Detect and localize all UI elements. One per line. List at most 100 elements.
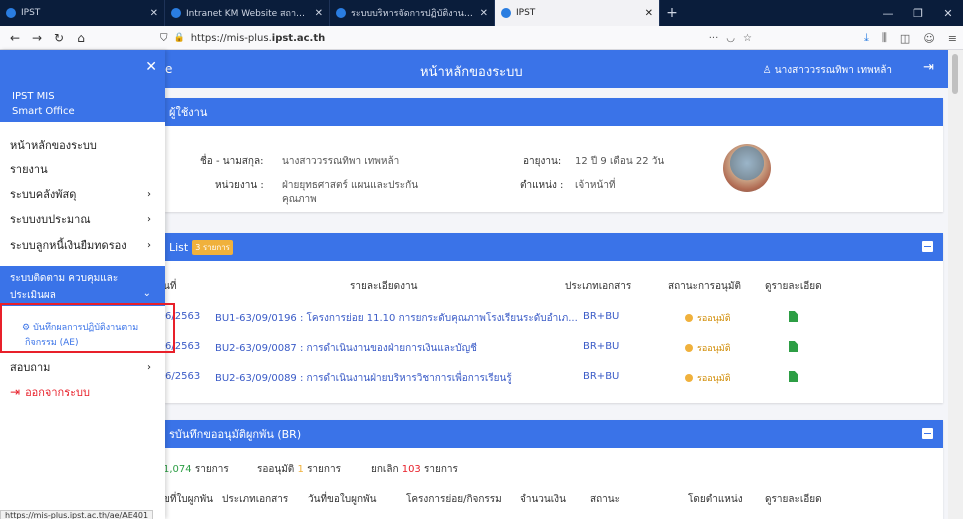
window-controls: — ❐ ✕ xyxy=(873,0,963,26)
pocket-icon[interactable]: ◡ xyxy=(726,33,735,44)
sidebar-item-report[interactable]: รายงาน xyxy=(0,158,165,180)
browser-tab-4-active[interactable]: IPST ✕ xyxy=(495,0,660,26)
name-value: นางสาววรรณทิพา เทพหล้า xyxy=(282,156,400,167)
sidebar-item-label: ระบบติดตาม ควบคุมและ xyxy=(10,273,119,284)
sidebar-item-label: รายงาน xyxy=(10,163,48,176)
shield-icon[interactable]: ⛉ xyxy=(160,33,168,44)
dept-value-cont: คุณภาพ xyxy=(282,194,317,205)
ipst-favicon-icon xyxy=(501,8,511,18)
sidebar-item-inventory[interactable]: ระบบคลังพัสดุ › xyxy=(0,183,165,205)
browser-tab-1[interactable]: IPST ✕ xyxy=(0,0,165,26)
sidebar-item-budget[interactable]: ระบบงบประมาณ › xyxy=(0,208,165,230)
row-doctype: BR+BU xyxy=(583,341,620,352)
br-card: รบันทึกขออนุมัติผูกพัน (BR) 1,074 รายการ… xyxy=(163,420,943,519)
browser-tab-bar: IPST ✕ Intranet KM Website สถาบันส่งเสริ… xyxy=(0,0,963,26)
bookmark-star-icon[interactable]: ☆ xyxy=(743,33,752,44)
lock-icon[interactable]: 🔒 xyxy=(174,33,185,43)
sidebar-toggle-icon[interactable]: ◫ xyxy=(900,32,910,45)
file-icon[interactable] xyxy=(789,371,798,382)
cancel-unit: รายการ xyxy=(423,464,458,475)
page-scrollbar[interactable] xyxy=(948,50,963,519)
file-icon[interactable] xyxy=(789,311,798,322)
sidebar-item-label-cont: ประเมินผล xyxy=(10,290,56,301)
user-menu[interactable]: ♙ นางสาววรรณทิพา เทพหล้า xyxy=(763,63,892,78)
sidebar-item-monitoring[interactable]: ระบบติดตาม ควบคุมและ ประเมินผล ⌄ xyxy=(0,266,165,306)
back-icon[interactable]: ← xyxy=(4,28,26,48)
row-detail-link[interactable]: BU2-63/09/0089 : การดำเนินงานฝ่ายบริหารว… xyxy=(215,371,512,386)
browser-tab-3[interactable]: ระบบบริหารจัดการปฏิบัติงานตามกิจกรรม ✕ xyxy=(330,0,495,26)
minimize-icon[interactable]: — xyxy=(873,0,903,26)
task-list-card: List 3 รายการ นที่ รายละเอียดงาน ประเภทเ… xyxy=(163,233,943,403)
close-window-icon[interactable]: ✕ xyxy=(933,0,963,26)
age-value: 12 ปี 9 เดือน 22 วัน xyxy=(575,156,665,167)
tab-close-icon[interactable]: ✕ xyxy=(150,8,158,19)
site-favicon-icon xyxy=(336,8,346,18)
sidebar-item-inquiry[interactable]: สอบถาม › xyxy=(0,356,165,378)
col-header-detail: รายละเอียดงาน xyxy=(350,281,418,292)
sidebar-item-label: หน้าหลักของระบบ xyxy=(10,139,97,152)
br-card-header: รบันทึกขออนุมัติผูกพัน (BR) xyxy=(165,420,943,448)
tab-close-icon[interactable]: ✕ xyxy=(645,8,653,19)
link-status-bar: https://mis-plus.ipst.ac.th/ae/AE401 xyxy=(0,510,154,519)
scrollbar-thumb[interactable] xyxy=(952,54,958,94)
library-icon[interactable]: ⫼ xyxy=(882,31,887,45)
user-name: นางสาววรรณทิพา เทพหล้า xyxy=(774,65,892,76)
status-text: รออนุมัติ xyxy=(697,314,731,324)
col-header-status: สถานะ xyxy=(590,494,620,505)
tab-close-icon[interactable]: ✕ xyxy=(480,8,488,19)
summary-total: 1,074 รายการ xyxy=(163,462,229,477)
dept-value: ฝ่ายยุทธศาสตร์ แผนและประกัน xyxy=(282,180,419,191)
account-icon[interactable]: ☺ xyxy=(923,32,934,45)
header-title-fragment: e xyxy=(165,62,173,76)
download-icon[interactable]: ⤓ xyxy=(864,31,869,45)
card-title: ผู้ใช้งาน xyxy=(169,106,208,119)
file-icon[interactable] xyxy=(789,341,798,352)
pending-label: รออนุมัติ xyxy=(257,464,295,475)
status-text: รออนุมัติ xyxy=(697,344,731,354)
forward-icon[interactable]: → xyxy=(26,28,48,48)
tab-title: ระบบบริหารจัดการปฏิบัติงานตามกิจกรรม xyxy=(351,9,476,19)
highlight-box xyxy=(0,303,175,353)
pending-unit: รายการ xyxy=(307,464,341,475)
restore-icon[interactable]: ❐ xyxy=(903,0,933,26)
sidebar-item-advance[interactable]: ระบบลูกหนี้เงินยืมทดรอง › xyxy=(0,234,165,256)
col-header-view: ดูรายละเอียด xyxy=(765,281,822,292)
sidebar-item-label: ระบบคลังพัสดุ xyxy=(10,188,77,201)
logout-icon[interactable]: ⇥ xyxy=(923,60,934,75)
chevron-right-icon: › xyxy=(147,239,151,251)
col-header-project: โครงการย่อย/กิจกรรม xyxy=(406,494,502,505)
row-detail-link[interactable]: BU1-63/09/0196 : โครงการย่อย 11.10 การยก… xyxy=(215,311,578,326)
user-info-card: ผู้ใช้งาน ชื่อ - นามสกุล: นางสาววรรณทิพา… xyxy=(165,98,943,212)
status-badge: รออนุมัติ xyxy=(685,371,731,385)
collapse-icon[interactable] xyxy=(922,428,933,439)
sidebar: IPST MIS Smart Office ✕ หน้าหลักของระบบ … xyxy=(0,50,165,519)
row-detail-link[interactable]: BU2-63/09/0087 : การดำเนินงานของฝ่ายการเ… xyxy=(215,341,477,356)
brand-name: IPST MIS xyxy=(12,91,55,102)
sidebar-header: IPST MIS Smart Office ✕ xyxy=(0,50,165,122)
summary-pending: รออนุมัติ 1 รายการ xyxy=(257,462,341,477)
menu-icon[interactable]: ≡ xyxy=(948,32,957,45)
tab-close-icon[interactable]: ✕ xyxy=(315,8,323,19)
col-header-doctype: ประเภทเอกสาร xyxy=(565,281,632,292)
page-actions-icon[interactable]: ··· xyxy=(709,33,719,44)
row-doctype: BR+BU xyxy=(583,371,620,382)
sidebar-item-home[interactable]: หน้าหลักของระบบ xyxy=(0,134,165,156)
km-favicon-icon xyxy=(171,8,181,18)
cancel-label: ยกเลิก xyxy=(371,464,399,475)
browser-tab-2[interactable]: Intranet KM Website สถาบันส่งเสริมการสอน… xyxy=(165,0,330,26)
home-icon[interactable]: ⌂ xyxy=(70,28,92,48)
col-header-view: ดูรายละเอียด xyxy=(765,494,822,505)
new-tab-icon[interactable]: + xyxy=(660,0,684,26)
close-icon[interactable]: ✕ xyxy=(145,59,157,75)
sidebar-item-label: สอบถาม xyxy=(10,361,51,374)
chevron-right-icon: › xyxy=(147,361,151,373)
sidebar-item-label: ระบบลูกหนี้เงินยืมทดรอง xyxy=(10,239,127,252)
collapse-icon[interactable] xyxy=(922,241,933,252)
col-header-date: นที่ xyxy=(163,281,177,292)
col-header-position: โดยตำแหน่ง xyxy=(688,494,743,505)
main-content: ผู้ใช้งาน ชื่อ - นามสกุล: นางสาววรรณทิพา… xyxy=(163,88,948,519)
sidebar-logout-button[interactable]: ⇥ ออกจากระบบ xyxy=(10,383,90,401)
address-bar[interactable]: ⛉ 🔒 https://mis-plus.ipst.ac.th ··· ◡ ☆ xyxy=(160,28,752,48)
user-card-header: ผู้ใช้งาน xyxy=(165,98,943,126)
reload-icon[interactable]: ↻ xyxy=(48,28,70,48)
